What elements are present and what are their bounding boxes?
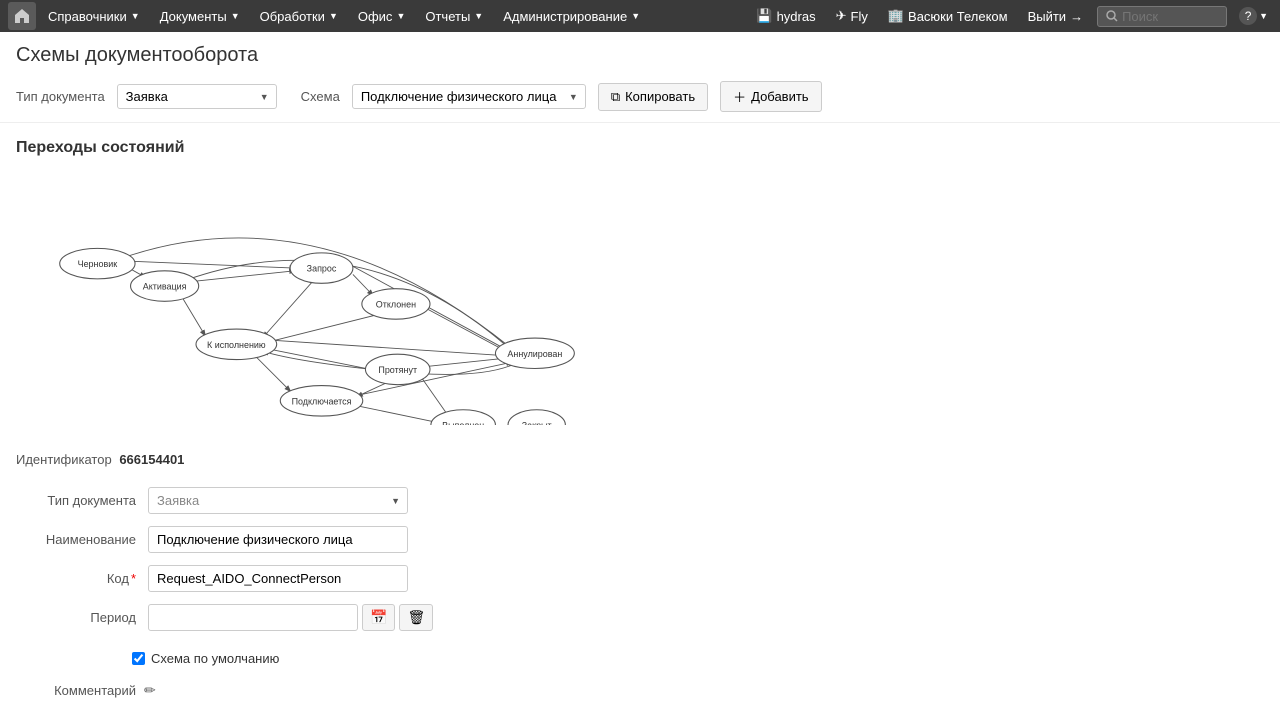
plus-icon: ＋ — [733, 87, 746, 106]
form-period-input[interactable] — [148, 604, 358, 631]
default-schema-label: Схема по умолчанию — [151, 651, 279, 666]
default-schema-checkbox[interactable] — [132, 652, 145, 665]
top-nav: Справочники ▼ Документы ▼ Обработки ▼ Оф… — [0, 0, 1280, 32]
company-icon: 🏢 — [888, 8, 904, 24]
id-row: Идентификатор 666154401 — [0, 444, 1280, 479]
disk-icon: 💾 — [756, 8, 772, 24]
form-field-name: Наименование — [16, 526, 1264, 553]
fly-icon: ✈ — [836, 8, 847, 24]
copy-button[interactable]: ⧉ Копировать — [598, 83, 708, 111]
form-field-doc-type: Тип документа Заявка — [16, 487, 1264, 514]
form-section: Тип документа Заявка Наименование Код Пе… — [0, 479, 1280, 651]
chevron-down-icon: ▼ — [131, 11, 140, 21]
default-schema-row: Схема по умолчанию — [132, 651, 1280, 666]
form-name-input[interactable] — [148, 526, 408, 553]
nav-item-ofis[interactable]: Офис ▼ — [350, 5, 414, 28]
nav-item-obrabotki[interactable]: Обработки ▼ — [252, 5, 346, 28]
logout-icon: → — [1070, 9, 1083, 24]
chevron-down-icon: ▼ — [329, 11, 338, 21]
home-button[interactable] — [8, 2, 36, 30]
nav-item-otchety[interactable]: Отчеты ▼ — [417, 5, 491, 28]
form-code-input[interactable] — [148, 565, 408, 592]
diagram-area: Черновик Активация Запрос Отклонен К исп… — [0, 165, 1280, 444]
calendar-button[interactable]: 📅 — [362, 604, 395, 631]
chevron-down-icon: ▼ — [1259, 11, 1268, 21]
id-value: 666154401 — [119, 452, 184, 467]
trash-icon: 🗑 — [407, 609, 425, 625]
period-wrapper: 📅 🗑 — [148, 604, 433, 631]
chevron-down-icon: ▼ — [231, 11, 240, 21]
svg-text:Отклонен: Отклонен — [376, 300, 416, 310]
search-icon — [1106, 10, 1118, 22]
state-diagram: Черновик Активация Запрос Отклонен К исп… — [16, 165, 636, 425]
chevron-down-icon: ▼ — [396, 11, 405, 21]
form-doc-type-label: Тип документа — [16, 493, 136, 508]
svg-text:Черновик: Черновик — [78, 259, 118, 269]
nav-item-administrirovanie[interactable]: Администрирование ▼ — [495, 5, 648, 28]
svg-text:Активация: Активация — [143, 282, 187, 292]
svg-text:К исполнению: К исполнению — [207, 340, 266, 350]
edit-comment-icon[interactable]: ✏ — [144, 682, 156, 699]
svg-text:Подключается: Подключается — [292, 396, 352, 406]
transitions-title: Переходы состояний — [0, 123, 1280, 165]
search-input[interactable] — [1122, 9, 1212, 24]
form-field-period: Период 📅 🗑 — [16, 604, 1264, 631]
copy-icon: ⧉ — [611, 89, 620, 105]
svg-text:Выполнен: Выполнен — [442, 421, 484, 425]
chevron-down-icon: ▼ — [631, 11, 640, 21]
add-button[interactable]: ＋ Добавить — [720, 81, 821, 112]
svg-text:Запрос: Запрос — [307, 264, 337, 274]
doc-type-select-wrapper: Заявка — [117, 84, 277, 109]
form-doc-type-select-wrapper: Заявка — [148, 487, 408, 514]
form-period-label: Период — [16, 610, 136, 625]
clear-date-button[interactable]: 🗑 — [399, 604, 433, 631]
schema-select-wrapper: Подключение физического лица — [352, 84, 586, 109]
nav-item-spravochniki[interactable]: Справочники ▼ — [40, 5, 148, 28]
svg-text:Аннулирован: Аннулирован — [507, 349, 562, 359]
nav-company[interactable]: 🏢 Васюки Телеком — [882, 6, 1014, 26]
svg-text:Закрыт: Закрыт — [522, 421, 552, 425]
help-button[interactable]: ? ▼ — [1235, 5, 1272, 27]
toolbar: Тип документа Заявка Схема Подключение ф… — [0, 75, 1280, 123]
schema-select[interactable]: Подключение физического лица — [352, 84, 586, 109]
id-label: Идентификатор — [16, 452, 112, 467]
nav-hydras[interactable]: 💾 hydras — [750, 6, 821, 26]
calendar-icon: 📅 — [370, 609, 387, 625]
nav-item-dokumenty[interactable]: Документы ▼ — [152, 5, 248, 28]
logout-button[interactable]: Выйти → — [1022, 7, 1090, 26]
form-field-code: Код — [16, 565, 1264, 592]
comment-row: Комментарий ✏ — [0, 678, 1280, 703]
page-title: Схемы документооборота — [0, 32, 1280, 75]
form-code-label: Код — [16, 571, 136, 586]
schema-label: Схема — [301, 89, 340, 104]
form-doc-type-select[interactable]: Заявка — [148, 487, 408, 514]
nav-right: 💾 hydras ✈ Fly 🏢 Васюки Телеком Выйти → … — [750, 5, 1272, 27]
comment-label: Комментарий — [16, 683, 136, 698]
nav-fly[interactable]: ✈ Fly — [830, 6, 874, 26]
svg-text:Протянут: Протянут — [378, 365, 417, 375]
doc-type-label: Тип документа — [16, 89, 105, 104]
chevron-down-icon: ▼ — [474, 11, 483, 21]
form-name-label: Наименование — [16, 532, 136, 547]
search-box[interactable] — [1097, 6, 1227, 27]
doc-type-select[interactable]: Заявка — [117, 84, 277, 109]
